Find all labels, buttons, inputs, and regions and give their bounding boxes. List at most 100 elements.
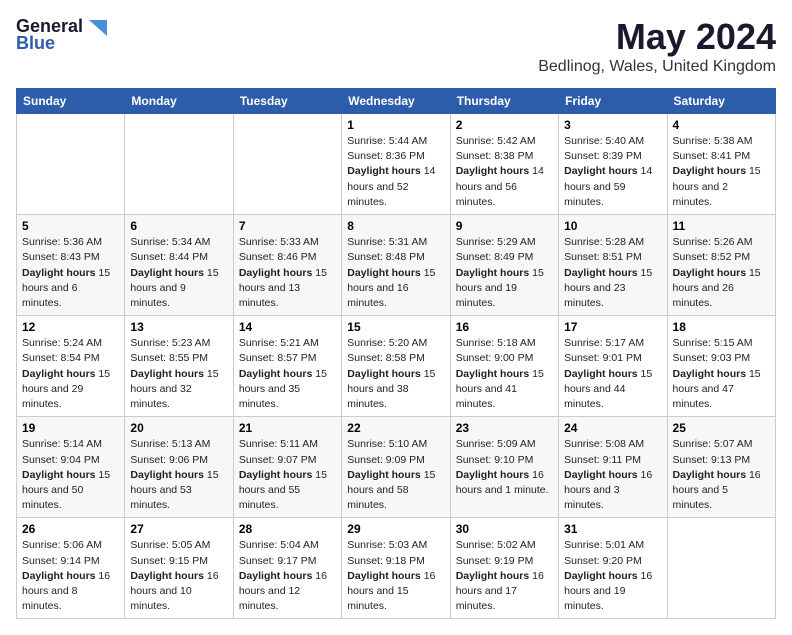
- day-info: Sunrise: 5:31 AMSunset: 8:48 PMDaylight …: [347, 235, 444, 311]
- day-number: 13: [130, 320, 227, 334]
- day-number: 1: [347, 118, 444, 132]
- calendar-cell: 4 Sunrise: 5:38 AMSunset: 8:41 PMDaylight…: [667, 114, 775, 215]
- day-info: Sunrise: 5:10 AMSunset: 9:09 PMDaylight …: [347, 437, 444, 513]
- weekday-header: Thursday: [450, 89, 558, 114]
- calendar-week-row: 1 Sunrise: 5:44 AMSunset: 8:36 PMDaylight…: [17, 114, 776, 215]
- weekday-header: Sunday: [17, 89, 125, 114]
- day-number: 7: [239, 219, 336, 233]
- calendar-cell: 25Sunrise: 5:07 AMSunset: 9:13 PMDayligh…: [667, 417, 775, 518]
- calendar-cell: 8 Sunrise: 5:31 AMSunset: 8:48 PMDaylight…: [342, 215, 450, 316]
- calendar-table: SundayMondayTuesdayWednesdayThursdayFrid…: [16, 88, 776, 619]
- calendar-cell: 7 Sunrise: 5:33 AMSunset: 8:46 PMDaylight…: [233, 215, 341, 316]
- weekday-header: Wednesday: [342, 89, 450, 114]
- calendar-cell: 18 Sunrise: 5:15 AMSunset: 9:03 PMDayligh…: [667, 316, 775, 417]
- day-info: Sunrise: 5:18 AMSunset: 9:00 PMDaylight …: [456, 336, 553, 412]
- calendar-cell: 16Sunrise: 5:18 AMSunset: 9:00 PMDayligh…: [450, 316, 558, 417]
- calendar-cell: 13 Sunrise: 5:23 AMSunset: 8:55 PMDayligh…: [125, 316, 233, 417]
- calendar-cell: 12Sunrise: 5:24 AMSunset: 8:54 PMDayligh…: [17, 316, 125, 417]
- calendar-cell: 6Sunrise: 5:34 AMSunset: 8:44 PMDaylight…: [125, 215, 233, 316]
- calendar-cell: 1 Sunrise: 5:44 AMSunset: 8:36 PMDaylight…: [342, 114, 450, 215]
- day-number: 4: [673, 118, 770, 132]
- day-info: Sunrise: 5:06 AMSunset: 9:14 PMDaylight …: [22, 538, 119, 614]
- day-number: 3: [564, 118, 661, 132]
- day-info: Sunrise: 5:09 AMSunset: 9:10 PMDaylight …: [456, 437, 553, 498]
- calendar-cell: 27 Sunrise: 5:05 AMSunset: 9:15 PMDayligh…: [125, 518, 233, 619]
- logo-blue-text: Blue: [16, 33, 55, 54]
- day-info: Sunrise: 5:23 AMSunset: 8:55 PMDaylight …: [130, 336, 227, 412]
- weekday-header: Saturday: [667, 89, 775, 114]
- day-number: 22: [347, 421, 444, 435]
- month-title: May 2024: [538, 16, 776, 58]
- weekday-header: Monday: [125, 89, 233, 114]
- calendar-cell: 31 Sunrise: 5:01 AMSunset: 9:20 PMDayligh…: [559, 518, 667, 619]
- calendar-cell: 22 Sunrise: 5:10 AMSunset: 9:09 PMDayligh…: [342, 417, 450, 518]
- day-number: 10: [564, 219, 661, 233]
- day-number: 8: [347, 219, 444, 233]
- day-info: Sunrise: 5:04 AMSunset: 9:17 PMDaylight …: [239, 538, 336, 614]
- day-info: Sunrise: 5:29 AMSunset: 8:49 PMDaylight …: [456, 235, 553, 311]
- day-info: Sunrise: 5:36 AMSunset: 8:43 PMDaylight …: [22, 235, 119, 311]
- day-number: 17: [564, 320, 661, 334]
- day-info: Sunrise: 5:15 AMSunset: 9:03 PMDaylight …: [673, 336, 770, 412]
- day-number: 31: [564, 522, 661, 536]
- day-info: Sunrise: 5:34 AMSunset: 8:44 PMDaylight …: [130, 235, 227, 311]
- day-info: Sunrise: 5:08 AMSunset: 9:11 PMDaylight …: [564, 437, 661, 513]
- calendar-cell: 23 Sunrise: 5:09 AMSunset: 9:10 PMDayligh…: [450, 417, 558, 518]
- calendar-cell: 3 Sunrise: 5:40 AMSunset: 8:39 PMDaylight…: [559, 114, 667, 215]
- day-number: 2: [456, 118, 553, 132]
- day-number: 27: [130, 522, 227, 536]
- calendar-cell: 21 Sunrise: 5:11 AMSunset: 9:07 PMDayligh…: [233, 417, 341, 518]
- calendar-cell: [125, 114, 233, 215]
- calendar-cell: 14Sunrise: 5:21 AMSunset: 8:57 PMDayligh…: [233, 316, 341, 417]
- calendar-week-row: 26 Sunrise: 5:06 AMSunset: 9:14 PMDayligh…: [17, 518, 776, 619]
- day-number: 15: [347, 320, 444, 334]
- day-info: Sunrise: 5:14 AMSunset: 9:04 PMDaylight …: [22, 437, 119, 513]
- day-info: Sunrise: 5:28 AMSunset: 8:51 PMDaylight …: [564, 235, 661, 311]
- calendar-cell: 24 Sunrise: 5:08 AMSunset: 9:11 PMDayligh…: [559, 417, 667, 518]
- day-info: Sunrise: 5:05 AMSunset: 9:15 PMDaylight …: [130, 538, 227, 614]
- calendar-week-row: 12Sunrise: 5:24 AMSunset: 8:54 PMDayligh…: [17, 316, 776, 417]
- day-number: 24: [564, 421, 661, 435]
- day-number: 26: [22, 522, 119, 536]
- title-section: May 2024 Bedlinog, Wales, United Kingdom: [538, 16, 776, 76]
- calendar-cell: 19 Sunrise: 5:14 AMSunset: 9:04 PMDayligh…: [17, 417, 125, 518]
- day-info: Sunrise: 5:26 AMSunset: 8:52 PMDaylight …: [673, 235, 770, 311]
- day-info: Sunrise: 5:33 AMSunset: 8:46 PMDaylight …: [239, 235, 336, 311]
- calendar-cell: [17, 114, 125, 215]
- calendar-cell: 9 Sunrise: 5:29 AMSunset: 8:49 PMDaylight…: [450, 215, 558, 316]
- logo: General Blue: [16, 16, 107, 54]
- day-number: 19: [22, 421, 119, 435]
- day-number: 9: [456, 219, 553, 233]
- day-info: Sunrise: 5:40 AMSunset: 8:39 PMDaylight …: [564, 134, 661, 210]
- location-text: Bedlinog, Wales, United Kingdom: [538, 58, 776, 76]
- day-number: 23: [456, 421, 553, 435]
- day-info: Sunrise: 5:20 AMSunset: 8:58 PMDaylight …: [347, 336, 444, 412]
- day-info: Sunrise: 5:03 AMSunset: 9:18 PMDaylight …: [347, 538, 444, 614]
- day-info: Sunrise: 5:11 AMSunset: 9:07 PMDaylight …: [239, 437, 336, 513]
- day-info: Sunrise: 5:02 AMSunset: 9:19 PMDaylight …: [456, 538, 553, 614]
- page-header: General Blue May 2024 Bedlinog, Wales, U…: [16, 16, 776, 76]
- calendar-cell: 5Sunrise: 5:36 AMSunset: 8:43 PMDaylight…: [17, 215, 125, 316]
- day-number: 18: [673, 320, 770, 334]
- day-number: 25: [673, 421, 770, 435]
- calendar-cell: 20Sunrise: 5:13 AMSunset: 9:06 PMDayligh…: [125, 417, 233, 518]
- calendar-week-row: 5Sunrise: 5:36 AMSunset: 8:43 PMDaylight…: [17, 215, 776, 316]
- day-number: 21: [239, 421, 336, 435]
- day-info: Sunrise: 5:38 AMSunset: 8:41 PMDaylight …: [673, 134, 770, 210]
- day-info: Sunrise: 5:44 AMSunset: 8:36 PMDaylight …: [347, 134, 444, 210]
- weekday-header: Tuesday: [233, 89, 341, 114]
- calendar-cell: 10 Sunrise: 5:28 AMSunset: 8:51 PMDayligh…: [559, 215, 667, 316]
- calendar-week-row: 19 Sunrise: 5:14 AMSunset: 9:04 PMDayligh…: [17, 417, 776, 518]
- calendar-cell: 28Sunrise: 5:04 AMSunset: 9:17 PMDayligh…: [233, 518, 341, 619]
- day-info: Sunrise: 5:17 AMSunset: 9:01 PMDaylight …: [564, 336, 661, 412]
- calendar-cell: 29 Sunrise: 5:03 AMSunset: 9:18 PMDayligh…: [342, 518, 450, 619]
- calendar-cell: [233, 114, 341, 215]
- day-number: 11: [673, 219, 770, 233]
- day-info: Sunrise: 5:01 AMSunset: 9:20 PMDaylight …: [564, 538, 661, 614]
- day-number: 12: [22, 320, 119, 334]
- calendar-cell: 26 Sunrise: 5:06 AMSunset: 9:14 PMDayligh…: [17, 518, 125, 619]
- day-number: 29: [347, 522, 444, 536]
- day-number: 20: [130, 421, 227, 435]
- logo-icon: [85, 20, 107, 36]
- calendar-cell: 15 Sunrise: 5:20 AMSunset: 8:58 PMDayligh…: [342, 316, 450, 417]
